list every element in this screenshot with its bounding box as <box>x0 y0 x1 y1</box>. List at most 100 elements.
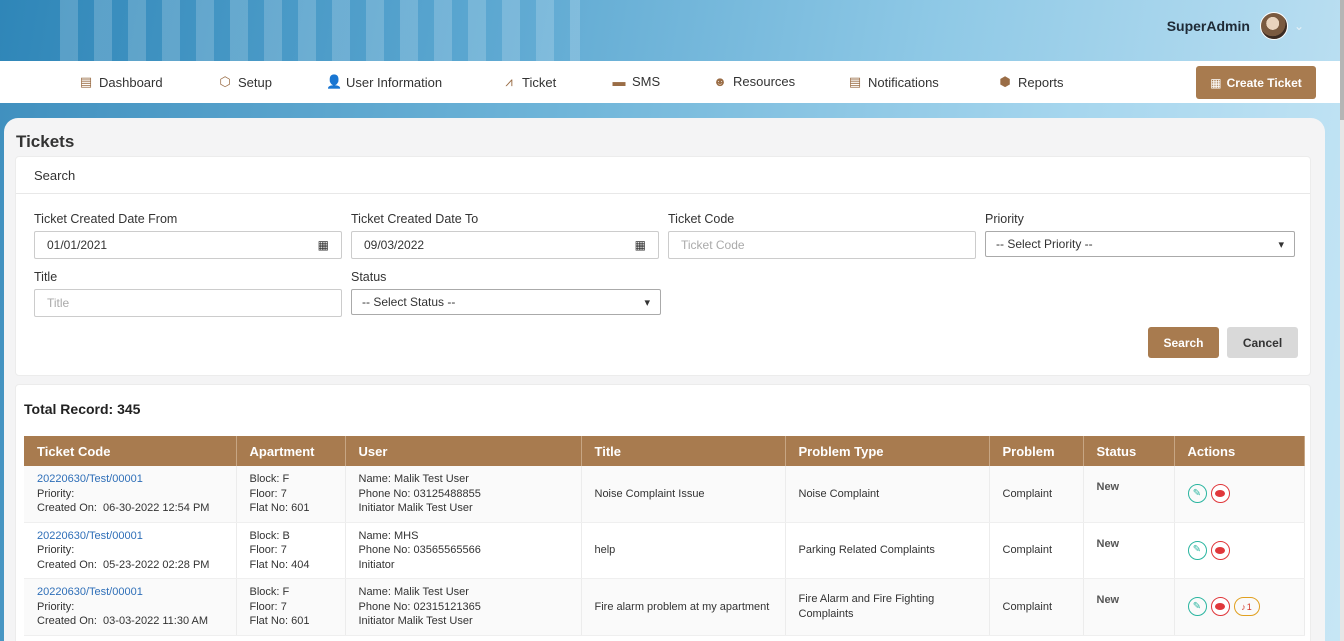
search-card: Search Ticket Created Date From 01/01/20… <box>15 156 1311 376</box>
nav-user-information[interactable]: 👤 User Information <box>326 74 442 90</box>
edit-icon[interactable]: ✎ <box>1187 540 1207 560</box>
nav-sms[interactable]: ▬ SMS <box>612 74 661 89</box>
title-input[interactable]: Title <box>34 289 342 317</box>
results-card: Total Record: 345 Ticket Code Apartment … <box>15 384 1311 641</box>
priority-select[interactable]: -- Select Priority -- ▾ <box>985 231 1295 257</box>
nav-label: User Information <box>346 74 443 90</box>
nav-resources[interactable]: ☻ Resources <box>713 74 795 89</box>
title-cell: help <box>581 522 786 579</box>
created-on: Created On: 03-03-2022 11:30 AM <box>37 615 209 627</box>
priority-label: Priority: <box>37 544 75 556</box>
col-title[interactable]: Title <box>581 436 786 466</box>
page-title: Tickets <box>16 132 75 151</box>
nav-ticket[interactable]: ⩘ Ticket <box>502 74 556 90</box>
table-row: 20220630/Test/00001 Priority: Created On… <box>24 578 1305 636</box>
apartment-cell: Block: B Floor: 7 Flat No: 404 <box>236 522 346 579</box>
nav-label: Setup <box>238 74 272 90</box>
problem-type-cell: Fire Alarm and Fire Fighting Complaints <box>785 578 990 636</box>
problem-cell: Complaint <box>989 522 1084 579</box>
dashboard-icon: ▤ <box>79 74 93 89</box>
ticket-code-link[interactable]: 20220630/Test/00001 <box>37 472 223 487</box>
tickets-table: Ticket Code Apartment User Title Problem… <box>24 436 1305 636</box>
status-select[interactable]: -- Select Status -- ▾ <box>351 289 661 315</box>
edit-icon[interactable]: ✎ <box>1187 597 1207 617</box>
cubes-icon: ⬢ <box>999 74 1011 89</box>
comment-icon[interactable] <box>1210 484 1230 504</box>
col-problem[interactable]: Problem <box>989 436 1084 466</box>
col-status[interactable]: Status <box>1083 436 1175 466</box>
apartment-cell: Block: F Floor: 7 Flat No: 601 <box>236 578 346 636</box>
search-button[interactable]: Search <box>1148 327 1219 358</box>
status-group: Status -- Select Status -- ▾ <box>351 270 661 315</box>
create-ticket-label: Create Ticket <box>1226 75 1302 90</box>
date-from-input[interactable]: 01/01/2021 ▦ <box>34 231 342 259</box>
scrollbar-thumb[interactable] <box>1340 0 1344 120</box>
title-cell: Noise Complaint Issue <box>581 466 786 523</box>
nav-setup[interactable]: ⬡ Setup <box>218 74 272 90</box>
cancel-button[interactable]: Cancel <box>1227 327 1298 358</box>
user-plus-icon: 👤 <box>326 74 343 89</box>
status-label: Status <box>351 270 387 284</box>
nav-reports[interactable]: ⬢ Reports <box>998 74 1063 90</box>
top-banner: SuperAdmin ⌄ <box>0 0 1340 61</box>
ticket-code-input[interactable]: Ticket Code <box>668 231 976 259</box>
date-from-value: 01/01/2021 <box>47 238 108 252</box>
problem-type-cell: Noise Complaint <box>785 466 990 523</box>
ticket-code-group: Ticket Code Ticket Code <box>668 212 976 259</box>
actions-cell: ✎ <box>1174 466 1305 523</box>
ticket-code-link[interactable]: 20220630/Test/00001 <box>37 529 223 544</box>
ticket-cell: 20220630/Test/00001 Priority: Created On… <box>24 466 237 523</box>
user-name[interactable]: SuperAdmin <box>1167 18 1250 34</box>
date-to-group: Ticket Created Date To 09/03/2022 ▦ <box>351 212 659 259</box>
date-to-input[interactable]: 09/03/2022 ▦ <box>351 231 659 259</box>
nav-label: Dashboard <box>99 74 163 90</box>
content-panel: Tickets Search Ticket Created Date From … <box>4 118 1325 641</box>
col-user[interactable]: User <box>345 436 582 466</box>
actions-cell: ✎ <box>1174 522 1305 579</box>
ticket-code-link[interactable]: 20220630/Test/00001 <box>37 585 223 600</box>
avatar[interactable] <box>1259 12 1288 40</box>
ticket-cell: 20220630/Test/00001 Priority: Created On… <box>24 578 237 636</box>
nav-notifications[interactable]: ▤ Notifications <box>848 74 939 90</box>
user-cell: Name: MHS Phone No: 03565565566 Initiato… <box>345 522 582 579</box>
total-record: Total Record: 345 <box>24 401 141 417</box>
nav-label: Resources <box>733 74 796 89</box>
col-problem-type[interactable]: Problem Type <box>785 436 990 466</box>
message-icon: ▬ <box>612 74 626 89</box>
date-to-value: 09/03/2022 <box>364 238 425 252</box>
bell-count: 1 <box>1246 601 1252 612</box>
problem-cell: Complaint <box>989 466 1084 523</box>
table-header-row: Ticket Code Apartment User Title Problem… <box>24 436 1305 466</box>
priority-group: Priority -- Select Priority -- ▾ <box>985 212 1295 257</box>
nav-label: SMS <box>632 74 661 89</box>
user-cell: Name: Malik Test User Phone No: 03125488… <box>345 466 582 523</box>
search-heading: Search <box>16 157 1310 194</box>
col-ticket-code[interactable]: Ticket Code <box>24 436 237 466</box>
col-apartment[interactable]: Apartment <box>236 436 346 466</box>
title-cell: Fire alarm problem at my apartment <box>581 578 786 636</box>
bell-icon[interactable]: ♪ 1 <box>1233 597 1260 617</box>
comment-icon[interactable] <box>1210 597 1230 617</box>
table-row: 20220630/Test/00001 Priority: Created On… <box>24 522 1305 579</box>
ticket-code-label: Ticket Code <box>668 212 735 226</box>
nav-dashboard[interactable]: ▤ Dashboard <box>79 74 163 90</box>
status-cell: New <box>1083 466 1175 523</box>
chevron-down-icon[interactable]: ⌄ <box>1294 19 1304 33</box>
title-placeholder: Title <box>47 296 70 310</box>
priority-label: Priority: <box>37 600 75 613</box>
banner-skyline <box>60 0 580 61</box>
edit-icon[interactable]: ✎ <box>1187 484 1207 504</box>
page-scrollbar[interactable] <box>1340 0 1344 641</box>
user-menu[interactable]: SuperAdmin ⌄ <box>1167 12 1304 40</box>
chevron-down-icon: ▾ <box>1278 238 1284 251</box>
calendar-icon[interactable]: ▦ <box>635 238 646 252</box>
create-ticket-button[interactable]: ▦ Create Ticket <box>1196 66 1316 99</box>
comment-icon[interactable] <box>1210 540 1230 560</box>
priority-label: Priority: <box>37 487 75 500</box>
calendar-icon[interactable]: ▦ <box>318 238 329 252</box>
table-row: 20220630/Test/00001 Priority: Created On… <box>24 466 1305 523</box>
smile-icon: ☻ <box>713 74 727 89</box>
chevron-down-icon: ▾ <box>644 296 650 309</box>
apartment-cell: Block: F Floor: 7 Flat No: 601 <box>236 466 346 523</box>
title-group: Title Title <box>34 270 342 317</box>
